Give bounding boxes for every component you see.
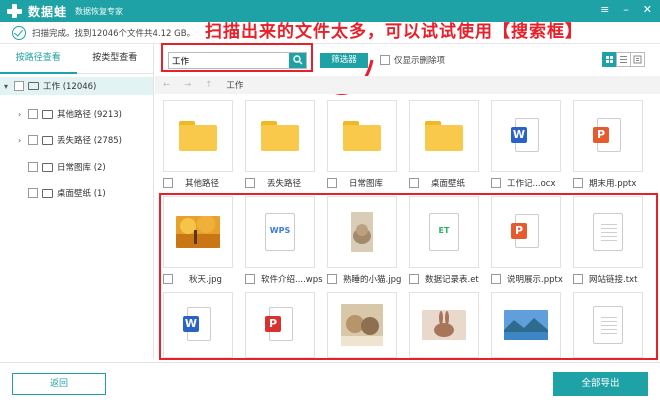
close-icon[interactable]: ✕ [643, 3, 652, 16]
minimize-icon[interactable]: – [623, 3, 629, 16]
search-icon [292, 55, 302, 65]
back-arrow-icon[interactable]: ← [163, 80, 170, 90]
tree-item-daily-gallery[interactable]: 日常图库 (2) [28, 159, 106, 175]
filter-button[interactable]: 筛选器 [320, 53, 368, 68]
folder-icon [42, 135, 53, 145]
only-deleted-toggle[interactable]: 仅显示删除项 [380, 54, 445, 66]
ppt-file-icon: P [593, 118, 623, 154]
file-checkbox[interactable] [245, 178, 255, 188]
folder-icon [343, 121, 381, 151]
tree-checkbox[interactable] [14, 81, 24, 91]
file-tile[interactable] [327, 100, 397, 172]
folder-icon [42, 109, 53, 119]
app-name: 数据蛙 [28, 4, 68, 19]
results-highlight-frame [159, 193, 658, 360]
back-button[interactable]: 返回 [12, 373, 106, 395]
app-logo-icon [5, 3, 25, 19]
file-label[interactable]: 日常图库 [327, 177, 383, 189]
chevron-right-icon[interactable]: › [18, 136, 28, 145]
file-tile[interactable] [163, 100, 233, 172]
tree-checkbox[interactable] [28, 188, 38, 198]
file-tile[interactable] [409, 100, 479, 172]
file-checkbox[interactable] [163, 178, 173, 188]
detail-view-icon[interactable] [630, 52, 645, 67]
tree-item-lost-paths[interactable]: › 丢失路径 (2785) [18, 132, 122, 148]
file-checkbox[interactable] [491, 178, 501, 188]
file-label[interactable]: 桌面壁纸 [409, 177, 465, 189]
drive-icon [28, 82, 39, 90]
list-view-icon[interactable] [616, 52, 631, 67]
check-circle-icon [12, 25, 26, 40]
file-label[interactable]: 期末用.pptx [573, 177, 636, 189]
file-tile[interactable]: P [573, 100, 643, 172]
file-label[interactable]: 工作记...ocx [491, 177, 556, 189]
file-label[interactable]: 其他路径 [163, 177, 219, 189]
up-arrow-icon[interactable]: ↑ [205, 80, 212, 90]
app-subtitle: 数据恢复专家 [75, 6, 124, 16]
search-input[interactable] [169, 53, 289, 68]
file-label[interactable]: 丢失路径 [245, 177, 301, 189]
folder-icon [42, 162, 53, 172]
menu-icon[interactable]: ≡ [600, 3, 609, 16]
view-tabs: 按路径查看 按类型查看 [0, 44, 153, 74]
sidebar: 按路径查看 按类型查看 ▾ 工作 (12046) › 其他路径 (9213) ›… [0, 44, 154, 358]
tree-item-label: 桌面壁纸 (1) [57, 189, 106, 199]
annotation-callout: 扫描出来的文件太多，可以试试使用【搜索框】 [205, 22, 583, 42]
tree-checkbox[interactable] [28, 109, 38, 119]
tree-root-label: 工作 (12046) [43, 82, 97, 92]
word-file-icon: W [511, 118, 541, 154]
chevron-right-icon[interactable]: › [18, 110, 28, 119]
tree-checkbox[interactable] [28, 135, 38, 145]
chevron-down-icon[interactable]: ▾ [4, 82, 14, 91]
file-tile[interactable] [245, 100, 315, 172]
tree-item-desktop-wallpaper[interactable]: 桌面壁纸 (1) [28, 185, 106, 201]
folder-icon [425, 121, 463, 151]
file-checkbox[interactable] [409, 178, 419, 188]
folder-icon [261, 121, 299, 151]
breadcrumb-path: 工作 [226, 81, 244, 91]
tree-item-label: 丢失路径 (2785) [57, 136, 122, 146]
file-checkbox[interactable] [573, 178, 583, 188]
scan-status-text: 扫描完成。找到12046个文件共4.12 GB。 [32, 28, 196, 39]
tree-item-label: 其他路径 (9213) [57, 110, 122, 120]
search-box [168, 52, 307, 69]
tree-root-work[interactable]: ▾ 工作 (12046) [0, 77, 153, 95]
bottom-bar: 返回 全部导出 [0, 362, 660, 403]
search-button[interactable] [289, 53, 306, 68]
file-tile[interactable]: W [491, 100, 561, 172]
tab-by-path[interactable]: 按路径查看 [0, 44, 77, 74]
export-all-button[interactable]: 全部导出 [553, 372, 648, 396]
grid-view-icon[interactable] [602, 52, 617, 67]
tree-item-label: 日常图库 (2) [57, 163, 106, 173]
file-checkbox[interactable] [327, 178, 337, 188]
view-mode-switcher [602, 52, 645, 67]
only-deleted-checkbox[interactable] [380, 55, 390, 65]
folder-icon [179, 121, 217, 151]
folder-icon [42, 188, 53, 198]
tree-item-other-paths[interactable]: › 其他路径 (9213) [18, 106, 122, 122]
tab-by-type[interactable]: 按类型查看 [77, 44, 154, 74]
forward-arrow-icon[interactable]: → [184, 80, 191, 90]
tree-checkbox[interactable] [28, 162, 38, 172]
only-deleted-label: 仅显示删除项 [394, 56, 446, 66]
breadcrumb: ← → ↑ 工作 [155, 76, 660, 94]
